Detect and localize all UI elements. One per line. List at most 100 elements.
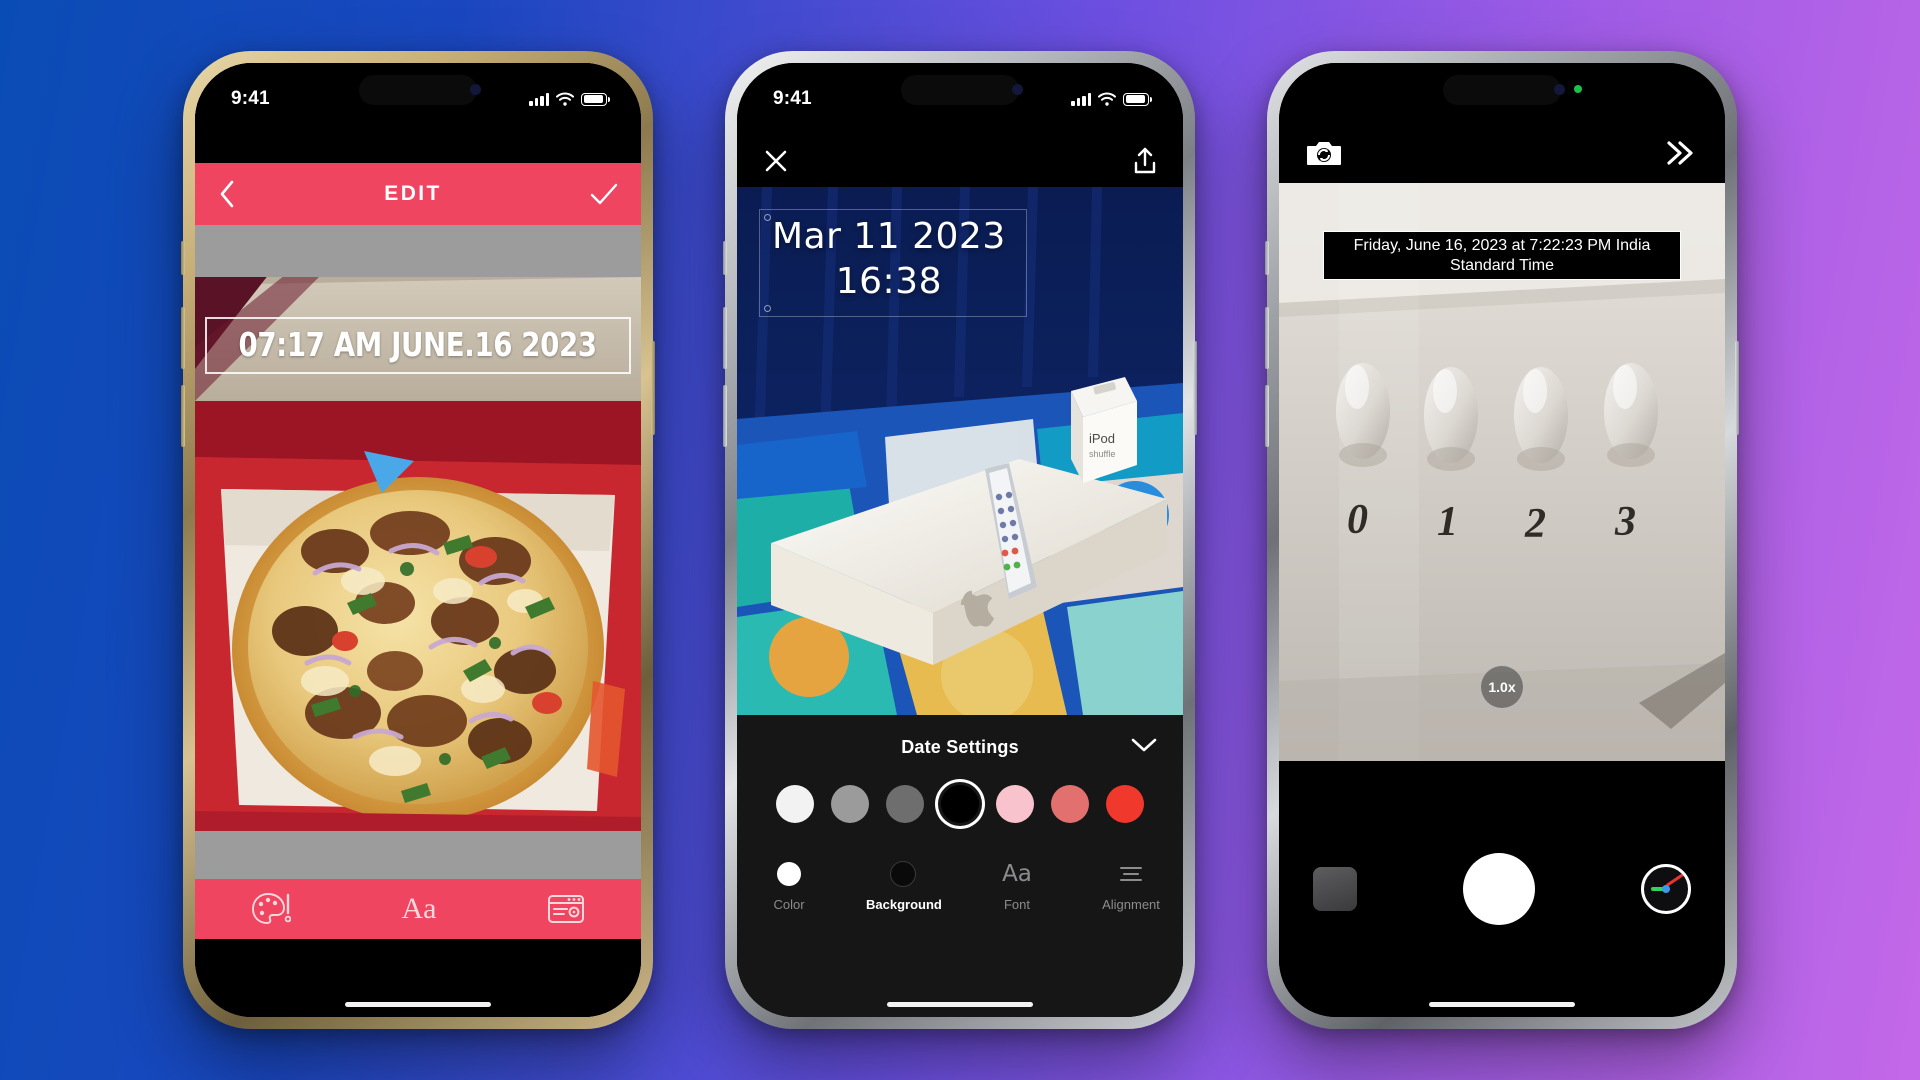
date-settings-icon <box>548 895 585 923</box>
camera-flip-button[interactable] <box>1307 139 1341 167</box>
date-stamp-date: Mar 11 2023 <box>772 216 1006 257</box>
svg-text:shuffle: shuffle <box>1089 449 1115 459</box>
collapse-panel-button[interactable] <box>1131 737 1157 753</box>
more-options-button[interactable] <box>1663 138 1697 168</box>
photo-thumbnail-button[interactable] <box>1313 867 1357 911</box>
home-indicator[interactable] <box>345 1002 491 1007</box>
edit-canvas[interactable]: 07:17 AM JUNE.16 2023 <box>195 225 641 879</box>
color-swatch[interactable] <box>1106 785 1144 823</box>
camera-viewfinder[interactable]: 0 1 2 3 Friday, June 16, 2023 at 7:22:23… <box>1279 183 1725 761</box>
signal-icon <box>529 92 549 106</box>
front-camera-icon <box>1554 84 1565 95</box>
color-palette-button[interactable] <box>251 891 291 927</box>
page-title: EDIT <box>384 182 442 205</box>
chevron-down-icon <box>1131 738 1157 752</box>
camera-timestamp-overlay: Friday, June 16, 2023 at 7:22:23 PM Indi… <box>1323 231 1681 281</box>
close-icon <box>765 150 787 172</box>
ds-action-bar <box>737 135 1183 187</box>
dynamic-island <box>1443 75 1561 105</box>
date-stamp-overlay[interactable]: Mar 11 2023 16:38 <box>759 209 1027 317</box>
home-indicator[interactable] <box>1429 1002 1575 1007</box>
camera-controls <box>1279 761 1725 1017</box>
signal-icon <box>1071 92 1091 106</box>
phone-edit-screen: EDIT 07:17 AM JUNE.16 2023 Aa 9:41 <box>195 63 641 1017</box>
level-indicator-icon <box>1641 864 1691 914</box>
front-camera-icon <box>470 84 481 95</box>
photo-timestamp-text: 07:17 AM JUNE.16 2023 <box>238 325 598 364</box>
zoom-level-label: 1.0x <box>1488 679 1516 695</box>
color-swatch[interactable] <box>1051 785 1089 823</box>
alignment-icon <box>1120 867 1142 881</box>
confirm-button[interactable] <box>589 181 619 207</box>
date-stamp-time: 16:38 <box>835 261 942 302</box>
phone-date-settings: iPod shuffle Mar 11 2023 16:38 Date Sett… <box>723 51 1197 1029</box>
zoom-level-button[interactable]: 1.0x <box>1480 665 1524 709</box>
dynamic-island <box>901 75 1019 105</box>
tab-font-label: Font <box>1003 897 1030 912</box>
shutter-inner <box>1463 853 1535 925</box>
home-indicator[interactable] <box>887 1002 1033 1007</box>
camera-flip-icon <box>1307 142 1341 165</box>
phone-mockup-stage: EDIT 07:17 AM JUNE.16 2023 Aa 9:41 iPod … <box>0 0 1920 1080</box>
battery-icon <box>1123 92 1152 106</box>
share-icon <box>1134 147 1156 174</box>
double-chevron-right-icon <box>1667 141 1693 165</box>
level-indicator-button[interactable] <box>1641 864 1691 914</box>
svg-text:0: 0 <box>1347 497 1368 543</box>
palette-icon <box>251 893 291 924</box>
camera-timestamp-text: Friday, June 16, 2023 at 7:22:23 PM Indi… <box>1353 237 1651 274</box>
white-circle-icon <box>777 862 801 886</box>
phone-camera: 0 1 2 3 Friday, June 16, 2023 at 7:22:23… <box>1265 51 1739 1029</box>
shutter-button[interactable] <box>1453 843 1545 935</box>
back-button[interactable] <box>217 178 237 210</box>
color-swatch[interactable] <box>996 785 1034 823</box>
canvas-letterbox-bottom <box>195 831 641 879</box>
svg-text:2: 2 <box>1524 501 1546 547</box>
panel-title: Date Settings <box>901 736 1019 757</box>
tab-color-label: Color <box>773 897 805 912</box>
camera-control-bar <box>1279 123 1725 183</box>
date-settings-panel: Date Settings Color Background Aa Font A… <box>737 715 1183 1017</box>
checkmark-icon <box>590 183 618 205</box>
front-camera-icon <box>1012 84 1023 95</box>
phone-date-settings-screen: iPod shuffle Mar 11 2023 16:38 Date Sett… <box>737 63 1183 1017</box>
color-swatch-row <box>737 785 1183 823</box>
font-button-label: Aa <box>401 892 437 925</box>
color-swatch[interactable] <box>886 785 924 823</box>
share-button[interactable] <box>1133 147 1157 175</box>
tab-alignment-label: Alignment <box>1102 897 1160 912</box>
tab-background[interactable]: Background <box>866 859 942 912</box>
photo-timestamp-overlay[interactable]: 07:17 AM JUNE.16 2023 <box>205 317 631 374</box>
color-swatch[interactable] <box>776 785 814 823</box>
tab-background-label: Background <box>866 897 942 912</box>
color-swatch[interactable] <box>831 785 869 823</box>
font-icon: Aa <box>1002 861 1032 887</box>
date-settings-button[interactable] <box>547 893 585 925</box>
panel-header: Date Settings <box>737 725 1183 769</box>
font-button[interactable]: Aa <box>402 892 437 926</box>
dynamic-island <box>359 75 477 105</box>
edit-navbar: EDIT <box>195 163 641 225</box>
close-button[interactable] <box>763 148 789 174</box>
svg-text:3: 3 <box>1614 499 1636 545</box>
color-swatch-selected[interactable] <box>941 785 979 823</box>
battery-icon <box>581 92 610 106</box>
ipod-photo[interactable]: iPod shuffle Mar 11 2023 16:38 <box>737 187 1183 715</box>
status-bar-time: 9:41 <box>773 88 812 109</box>
canvas-letterbox-top <box>195 225 641 277</box>
tab-font[interactable]: Aa Font <box>980 859 1054 912</box>
photo-thumbnail <box>1313 867 1357 911</box>
wifi-icon <box>1098 92 1116 106</box>
chevron-left-icon <box>220 180 234 208</box>
status-bar-time: 9:41 <box>231 88 270 109</box>
camera-active-indicator <box>1574 85 1582 93</box>
black-circle-icon <box>891 862 915 886</box>
stamp-corner-dot <box>764 214 771 221</box>
svg-text:1: 1 <box>1437 499 1458 545</box>
phone-camera-screen: 0 1 2 3 Friday, June 16, 2023 at 7:22:23… <box>1279 63 1725 1017</box>
tab-alignment[interactable]: Alignment <box>1094 859 1168 912</box>
stamp-corner-dot <box>764 305 771 312</box>
phone-edit: EDIT 07:17 AM JUNE.16 2023 Aa 9:41 <box>181 51 655 1029</box>
selection-pointer-icon <box>364 451 414 493</box>
tab-color[interactable]: Color <box>752 859 826 912</box>
